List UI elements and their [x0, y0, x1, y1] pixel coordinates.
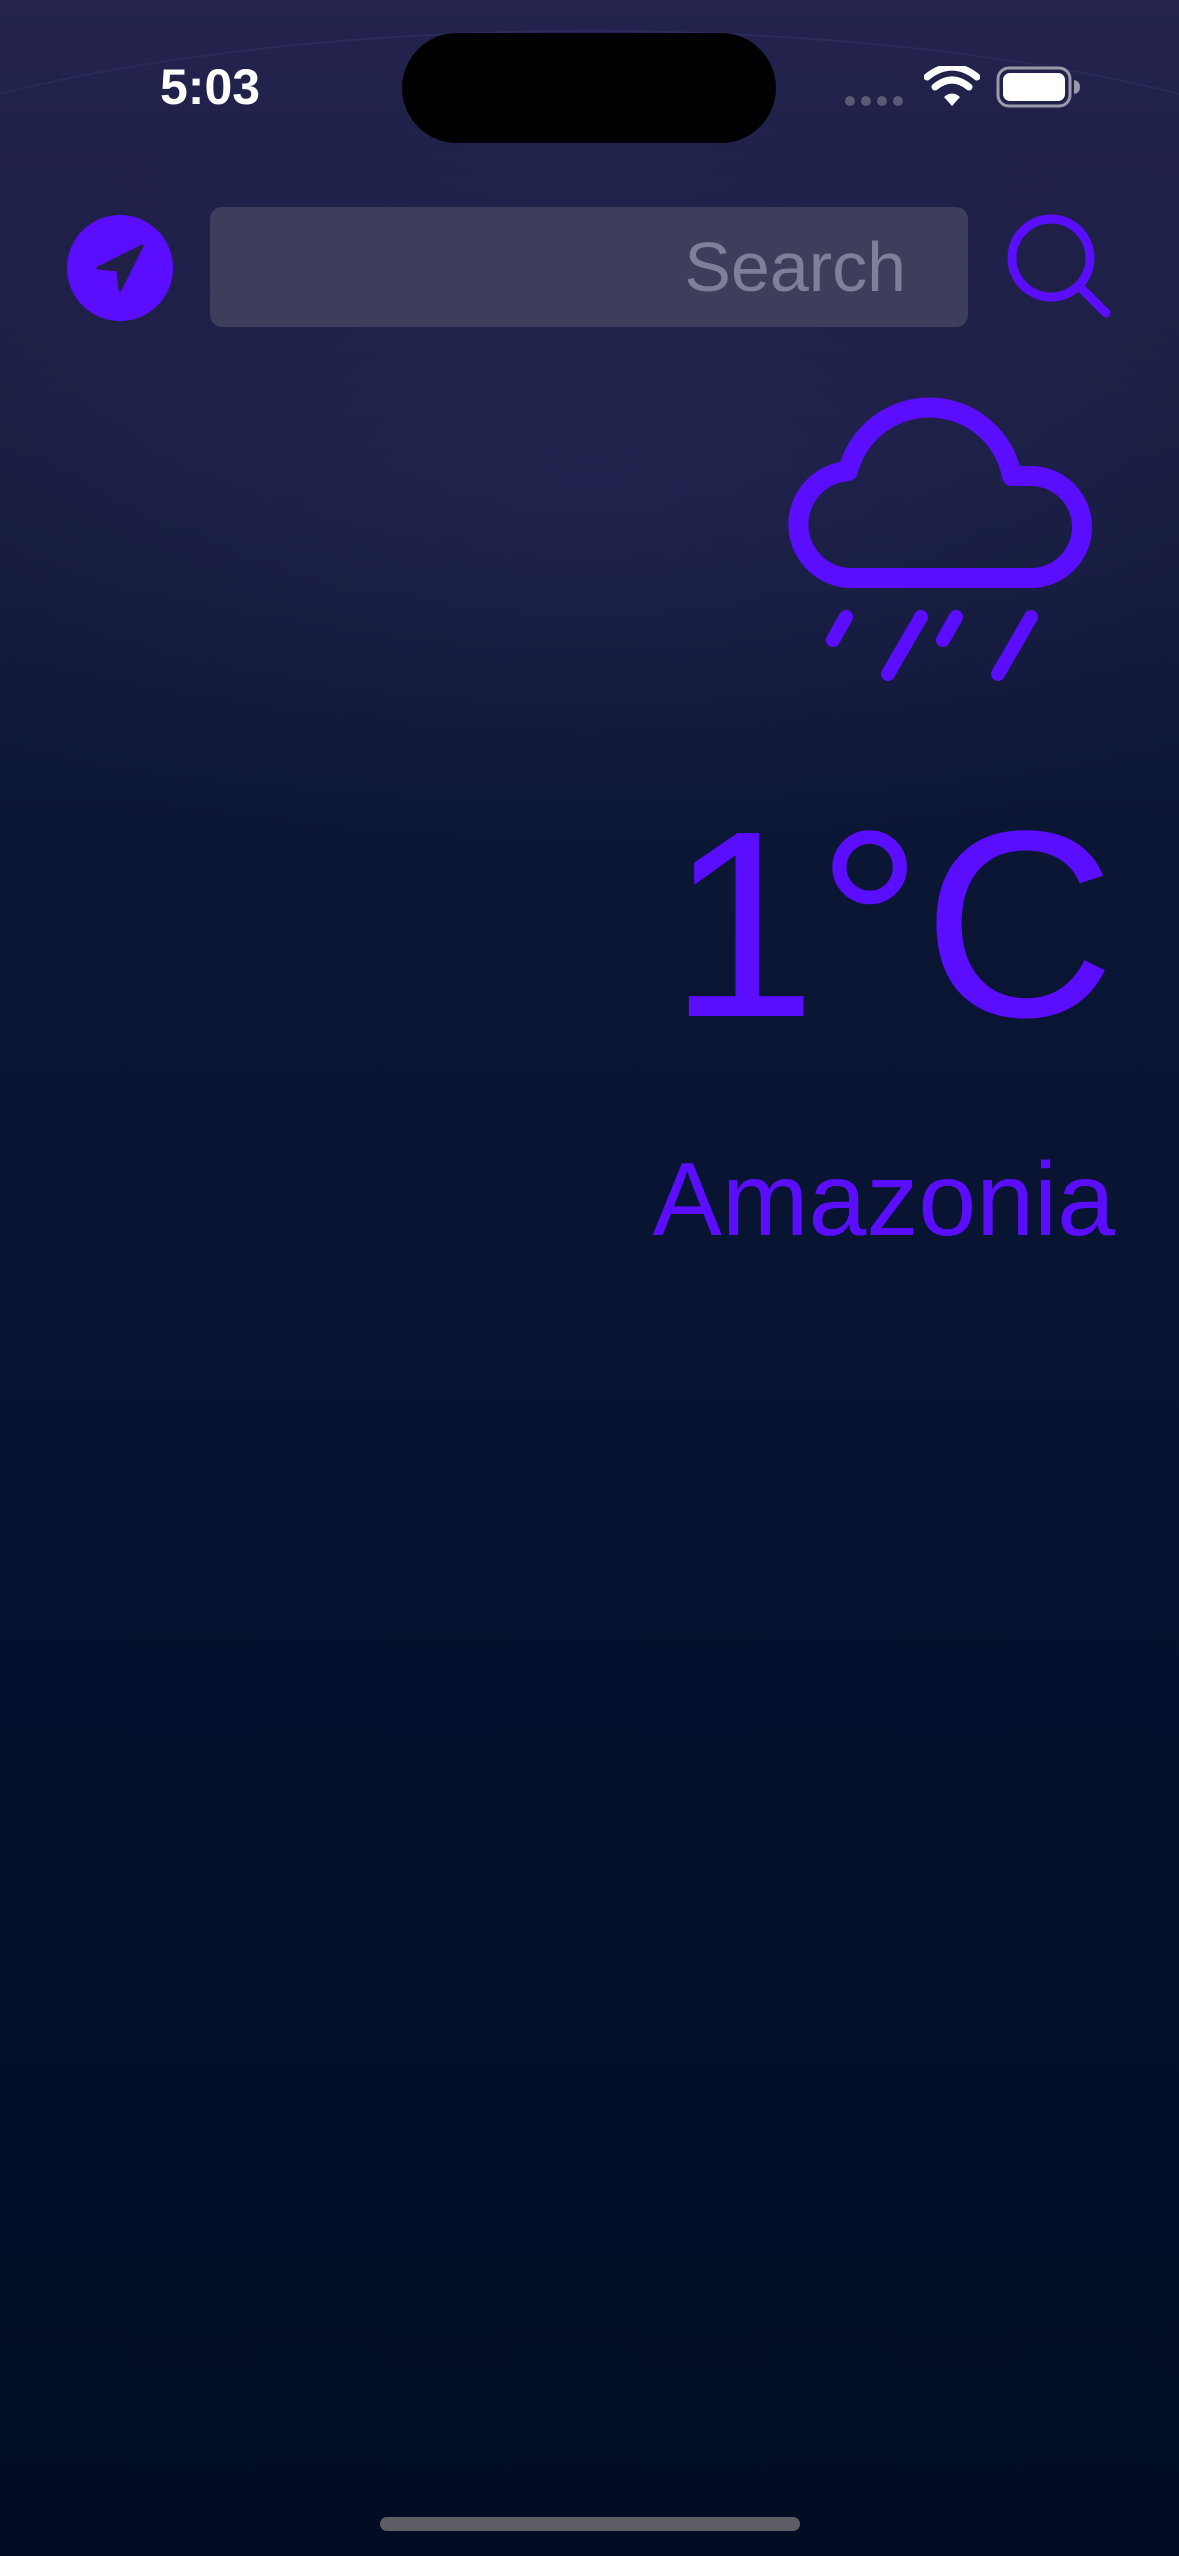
location-arrow-icon — [96, 244, 144, 292]
temperature-value: 1°C — [668, 776, 1115, 1073]
wifi-icon — [924, 66, 980, 106]
cloud-rain-icon — [788, 397, 1092, 681]
current-location-button[interactable] — [67, 215, 173, 321]
battery-icon — [996, 66, 1080, 108]
weather-screen: 5:03 1°C Amazonia — [0, 0, 1179, 2556]
dynamic-island — [402, 33, 776, 143]
search-input[interactable] — [210, 207, 968, 327]
city-name: Amazonia — [652, 1142, 1115, 1258]
cellular-signal-icon — [845, 96, 905, 108]
status-bar-time: 5:03 — [160, 59, 261, 115]
home-indicator[interactable] — [380, 2517, 800, 2531]
magnifying-glass-icon[interactable] — [1005, 212, 1113, 322]
